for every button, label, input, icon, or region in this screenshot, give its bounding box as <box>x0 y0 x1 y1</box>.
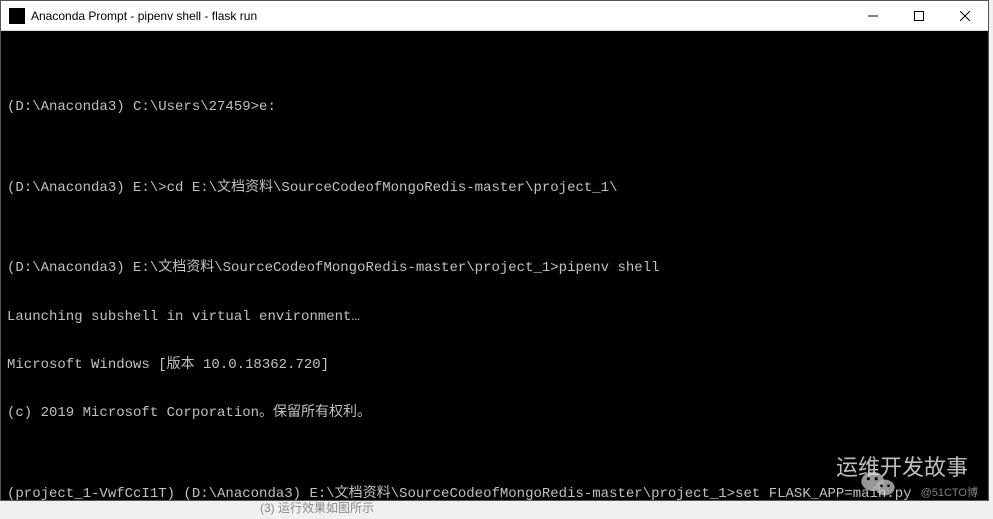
terminal-line: (c) 2019 Microsoft Corporation。保留所有权利。 <box>7 405 982 421</box>
terminal-window: Anaconda Prompt - pipenv shell - flask r… <box>0 0 989 501</box>
titlebar: Anaconda Prompt - pipenv shell - flask r… <box>1 1 988 31</box>
watermark-sub: @51CTO博 <box>921 487 978 500</box>
terminal-line: (D:\Anaconda3) E:\文档资料\SourceCodeofMongo… <box>7 260 982 276</box>
watermark: 运维开发故事 <box>794 454 968 482</box>
terminal-line: Microsoft Windows [版本 10.0.18362.720] <box>7 357 982 373</box>
minimize-button[interactable] <box>850 1 896 30</box>
terminal-line: (D:\Anaconda3) C:\Users\27459>e: <box>7 99 982 115</box>
footer-caption: (3) 运行效果如图所示 <box>260 499 374 516</box>
terminal-line: (D:\Anaconda3) E:\>cd E:\文档资料\SourceCode… <box>7 180 982 196</box>
window-controls <box>850 1 988 30</box>
app-icon <box>9 8 25 24</box>
window-title: Anaconda Prompt - pipenv shell - flask r… <box>31 9 850 23</box>
maximize-button[interactable] <box>896 1 942 30</box>
close-button[interactable] <box>942 1 988 30</box>
terminal-output[interactable]: (D:\Anaconda3) C:\Users\27459>e: (D:\Ana… <box>1 31 988 500</box>
watermark-text: 运维开发故事 <box>836 455 968 480</box>
terminal-line: Launching subshell in virtual environmen… <box>7 309 982 325</box>
wechat-icon <box>794 454 828 482</box>
